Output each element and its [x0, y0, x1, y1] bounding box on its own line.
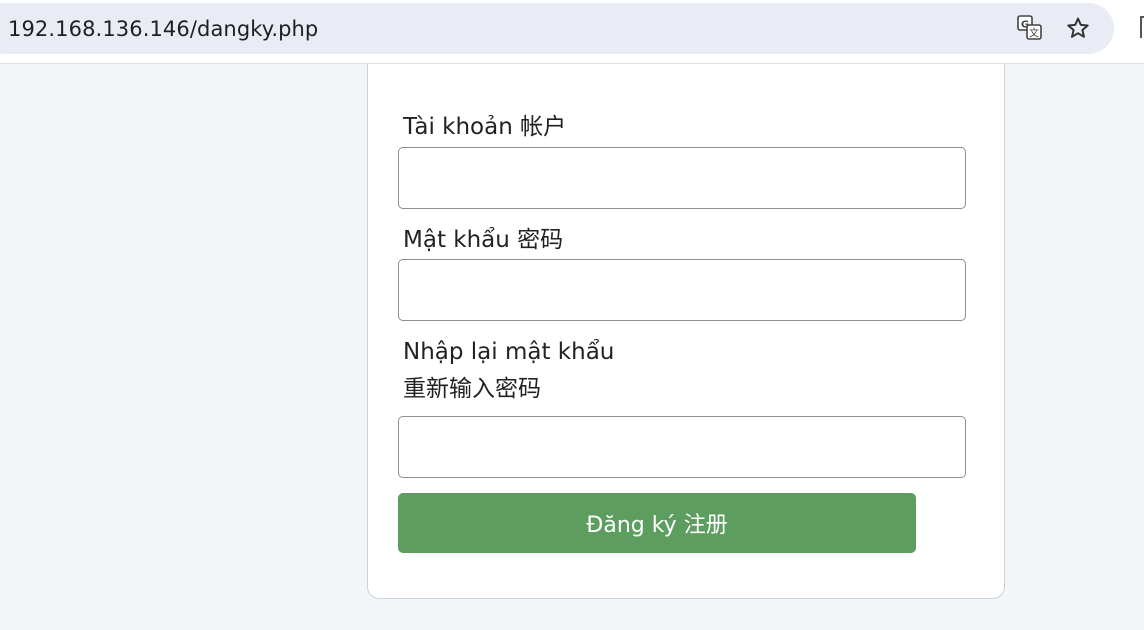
username-label: Tài khoản 帐户: [403, 114, 567, 140]
confirm-password-input[interactable]: [398, 416, 966, 478]
password-label: Mật khẩu 密码: [403, 227, 564, 253]
translate-icon[interactable]: G 文: [1017, 15, 1043, 41]
password-input[interactable]: [398, 259, 966, 321]
address-bar[interactable]: ⇋ 192.168.136.146/dangky.php: [0, 3, 1114, 54]
svg-text:文: 文: [1029, 27, 1039, 40]
register-button[interactable]: Đăng ký 注册: [398, 493, 916, 553]
confirm-password-label-line1: Nhập lại mật khẩu: [403, 339, 615, 365]
bookmark-star-icon[interactable]: [1066, 16, 1090, 40]
registration-card: Tài khoản 帐户 Mật khẩu 密码 Nhập lại mật kh…: [367, 64, 1005, 599]
url-text[interactable]: 192.168.136.146/dangky.php: [8, 17, 318, 41]
browser-toolbar: ⇋ 192.168.136.146/dangky.php G 文: [0, 0, 1144, 64]
confirm-password-label-line2: 重新输入密码: [403, 376, 541, 402]
window-edge-icon: [1140, 16, 1144, 38]
username-input[interactable]: [398, 147, 966, 209]
